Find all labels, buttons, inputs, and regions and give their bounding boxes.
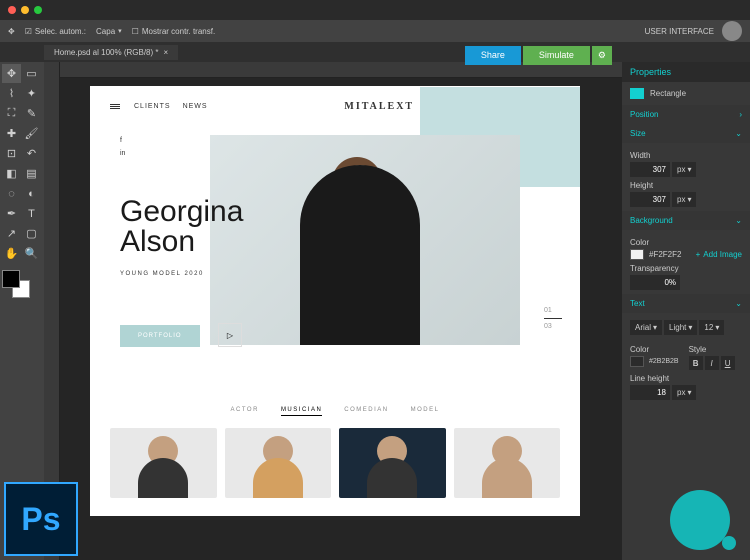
shape-tool[interactable]: ▢ — [22, 224, 41, 243]
transparency-label: Transparency — [630, 264, 742, 273]
stamp-tool[interactable]: ⊡ — [2, 144, 21, 163]
style-label: Style — [689, 345, 735, 354]
prototype-actions: Share Simulate ⚙ — [465, 46, 612, 65]
blur-tool[interactable]: ◌ — [2, 184, 21, 203]
thumbnail-card — [225, 428, 332, 498]
share-button[interactable]: Share — [465, 46, 521, 65]
show-transform-toggle[interactable]: ☐ Mostrar contr. transf. — [132, 27, 216, 36]
properties-panel: Properties Rectangle Position› Size⌄ Wid… — [622, 62, 750, 560]
simulate-button[interactable]: Simulate — [523, 46, 590, 65]
width-input[interactable] — [630, 162, 670, 177]
color-swatches[interactable] — [2, 270, 42, 300]
path-tool[interactable]: ↗ — [2, 224, 21, 243]
category-tab: ACTOR — [231, 407, 259, 416]
layer-dropdown[interactable]: Capa ▾ — [96, 27, 122, 36]
category-tabs: ACTOR MUSICIAN COMEDIAN MODEL — [90, 407, 580, 416]
underline-button[interactable]: U — [721, 356, 735, 370]
close-window-icon[interactable] — [8, 6, 16, 14]
close-tab-icon[interactable]: × — [164, 48, 169, 57]
font-weight-select[interactable]: Light ▾ — [664, 320, 697, 335]
category-tab: MODEL — [411, 407, 440, 416]
bg-color-label: Color — [630, 238, 742, 247]
hamburger-icon — [110, 104, 120, 109]
bg-color-value: #F2F2F2 — [649, 250, 681, 259]
text-color-label: Color — [630, 345, 679, 354]
zoom-tool[interactable]: 🔍 — [22, 244, 41, 263]
window-titlebar — [0, 0, 750, 20]
crop-tool[interactable]: ⛶ — [2, 104, 21, 123]
nav-link: CLIENTS — [134, 103, 171, 110]
wand-tool[interactable]: ✦ — [22, 84, 41, 103]
size-section-toggle[interactable]: Size⌄ — [622, 124, 750, 143]
marquee-tool[interactable]: ▭ — [22, 64, 41, 83]
history-brush-tool[interactable]: ↶ — [22, 144, 41, 163]
move-tool[interactable]: ✥ — [2, 64, 21, 83]
dodge-tool[interactable]: ◐ — [22, 184, 41, 203]
play-icon: ▷ — [218, 323, 242, 347]
bg-color-swatch[interactable] — [630, 249, 644, 260]
add-image-button[interactable]: Add Image — [696, 250, 742, 259]
gradient-tool[interactable]: ▤ — [22, 164, 41, 183]
decorative-circle — [722, 536, 736, 550]
minimize-window-icon[interactable] — [21, 6, 29, 14]
width-label: Width — [630, 151, 742, 160]
line-height-unit-select[interactable]: px ▾ — [672, 385, 696, 400]
user-avatar[interactable] — [722, 21, 742, 41]
hero-subtitle: YOUNG MODEL 2020 — [120, 271, 243, 277]
position-section-toggle[interactable]: Position› — [622, 105, 750, 124]
eyedropper-tool[interactable]: ✎ — [22, 104, 41, 123]
bold-button[interactable]: B — [689, 356, 703, 370]
document-tab[interactable]: Home.psd al 100% (RGB/8) *× — [44, 45, 178, 60]
text-color-value: #2B2B2B — [649, 358, 679, 365]
category-tab: MUSICIAN — [281, 407, 322, 416]
height-label: Height — [630, 181, 742, 190]
options-bar: ✥ ☑ Selec. autom.: Capa ▾ ☐ Mostrar cont… — [0, 20, 750, 42]
height-input[interactable] — [630, 192, 670, 207]
thumbnail-card — [454, 428, 561, 498]
thumbnail-card — [339, 428, 446, 498]
line-height-input[interactable] — [630, 385, 670, 400]
document-tabs: Home.psd al 100% (RGB/8) *× — [0, 42, 750, 62]
thumbnail-row — [90, 416, 580, 498]
thumbnail-card — [110, 428, 217, 498]
height-unit-select[interactable]: px ▾ — [672, 192, 696, 207]
font-family-select[interactable]: Arial ▾ — [630, 320, 662, 335]
type-tool[interactable]: T — [22, 204, 41, 223]
settings-button[interactable]: ⚙ — [592, 46, 612, 65]
user-interface-label: USER INTERFACE — [645, 27, 714, 36]
hand-tool[interactable]: ✋ — [2, 244, 21, 263]
maximize-window-icon[interactable] — [34, 6, 42, 14]
hero-title: GeorginaAlson — [120, 197, 243, 257]
text-color-swatch[interactable] — [630, 356, 644, 367]
font-size-select[interactable]: 12 ▾ — [699, 320, 724, 335]
background-section-toggle[interactable]: Background⌄ — [622, 211, 750, 230]
pen-tool[interactable]: ✒ — [2, 204, 21, 223]
move-tool-icon: ✥ — [8, 27, 15, 36]
design-artboard[interactable]: CLIENTS NEWS MITALEXT ⚲ fin GeorginaAlso… — [90, 86, 580, 516]
brush-tool[interactable]: 🖌 — [22, 124, 41, 143]
panel-title: Properties — [622, 62, 750, 82]
photoshop-logo-icon: Ps — [4, 482, 78, 556]
italic-button[interactable]: I — [705, 356, 719, 370]
hero-section: fin GeorginaAlson YOUNG MODEL 2020 PORTF… — [90, 127, 580, 377]
auto-select-toggle[interactable]: ☑ Selec. autom.: — [25, 27, 86, 36]
eraser-tool[interactable]: ◧ — [2, 164, 21, 183]
category-tab: COMEDIAN — [344, 407, 388, 416]
text-section-toggle[interactable]: Text⌄ — [622, 294, 750, 313]
social-links: fin — [120, 137, 125, 157]
portfolio-button: PORTFOLIO — [120, 325, 200, 347]
line-height-label: Line height — [630, 374, 742, 383]
lasso-tool[interactable]: ⌇ — [2, 84, 21, 103]
slide-counter: 0103 — [544, 307, 562, 330]
shape-type-label: Rectangle — [650, 89, 686, 98]
healing-tool[interactable]: ✚ — [2, 124, 21, 143]
decorative-circle — [670, 490, 730, 550]
shape-swatch — [630, 88, 644, 99]
transparency-input[interactable] — [630, 275, 680, 290]
hero-image — [210, 135, 520, 345]
nav-link: NEWS — [183, 103, 208, 110]
brand-logo: MITALEXT — [344, 101, 414, 112]
width-unit-select[interactable]: px ▾ — [672, 162, 696, 177]
